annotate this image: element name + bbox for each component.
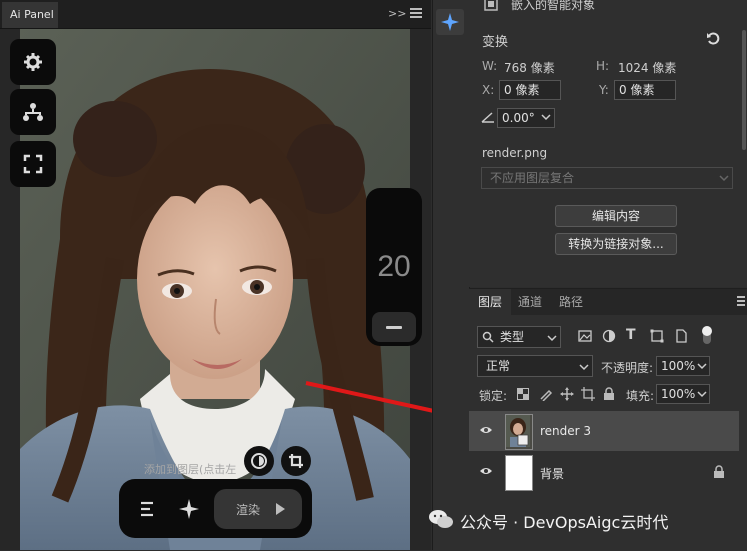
count-stepper: 20 [366,188,422,346]
panel-menu-icon[interactable] [410,6,426,22]
linked-filename: render.png [482,146,548,160]
lock-position-icon[interactable] [560,387,574,401]
layers-tabbar: 图层 通道 路径 [469,289,747,315]
layer-row-render-3[interactable]: render 3 [469,411,739,451]
ai-panel-tabbar [0,0,431,29]
ai-panel-tab[interactable]: Ai Panel [2,2,58,28]
watermark-text: 公众号 · DevOpsAigc云时代 [460,513,669,532]
tab-paths[interactable]: 路径 [551,289,591,315]
scrollbar[interactable] [742,30,746,150]
height-value: 1024 像素 [618,61,677,75]
lock-transparent-icon[interactable] [517,388,529,400]
y-label: Y: [599,83,609,97]
play-icon [276,503,285,515]
transform-title: 变换 [482,35,509,50]
fullscreen-button[interactable] [10,141,56,187]
opacity-label: 不透明度: [601,361,654,375]
visibility-eye-icon[interactable] [479,425,493,435]
layer-comp-select[interactable]: 不应用图层复合 [481,167,733,189]
blend-mode-select[interactable]: 正常 [477,355,593,377]
ai-panel-dock-button[interactable] [436,9,464,35]
count-value: 20 [377,250,411,283]
lock-icon [714,465,724,478]
list-icon[interactable] [137,498,159,520]
layer-name: render 3 [540,424,592,438]
tab-layers[interactable]: 图层 [469,289,511,315]
target-icon [251,453,267,469]
filter-toggle-icon[interactable] [701,325,713,345]
properties-panel: 嵌入的智能对象 变换 W: 768 像素 H: 1024 像素 X: 0 像素 … [469,0,747,287]
chevron-down-icon[interactable] [697,362,707,370]
angle-icon [481,112,494,123]
sparkle-icon[interactable] [177,497,201,521]
convert-to-linked-button[interactable]: 转换为链接对象... [555,233,677,255]
bottom-toolbar: 渲染 [119,479,312,538]
crop-button[interactable] [281,446,311,476]
add-to-layer-hint: 添加到图层(点击左 [144,463,237,476]
layers-menu-icon[interactable] [737,296,747,308]
wechat-icon [429,510,453,528]
chevron-down-icon[interactable] [541,113,551,121]
gear-icon [24,53,42,71]
width-value: 768 像素 [504,61,555,75]
decrement-button[interactable] [372,312,416,342]
chevron-down-icon[interactable] [697,390,707,398]
edit-contents-button[interactable]: 编辑内容 [555,205,677,227]
smart-object-icon [484,0,498,11]
layer-thumbnail [505,455,533,491]
reset-icon[interactable] [705,30,721,46]
settings-button[interactable] [10,39,56,85]
height-label: H: [596,59,610,73]
fullscreen-icon [23,154,43,174]
image-filter-icon[interactable] [578,329,592,343]
adjustment-filter-icon[interactable] [602,329,616,343]
compare-button[interactable] [244,446,274,476]
search-icon [482,331,494,343]
lock-artboard-icon[interactable] [581,387,595,401]
render-label: 渲染 [236,503,261,517]
tab-channels[interactable]: 通道 [511,289,549,315]
layer-thumbnail [505,414,533,450]
layer-name: 背景 [540,467,565,481]
smart-object-title: 嵌入的智能对象 [511,0,596,12]
chevron-down-icon [547,335,557,342]
hierarchy-icon [23,103,43,121]
x-field[interactable]: 0 像素 [499,80,561,100]
chevron-down-icon [579,364,589,371]
panel-dock-strip [432,0,470,550]
type-filter-icon[interactable]: T [626,327,636,343]
render-button[interactable]: 渲染 [214,489,302,529]
workflow-button[interactable] [10,89,56,135]
width-label: W: [482,59,498,73]
crop-icon [289,454,303,468]
layer-row-background[interactable]: 背景 [469,452,739,492]
lock-pixels-icon[interactable] [539,387,553,401]
visibility-eye-icon[interactable] [479,466,493,476]
lock-all-icon[interactable] [603,387,615,401]
x-label: X: [482,83,495,97]
y-field[interactable]: 0 像素 [614,80,676,100]
smart-object-filter-icon[interactable] [674,329,688,343]
collapse-panels-icon[interactable]: >> [388,6,406,22]
shape-filter-icon[interactable] [650,329,664,343]
fill-label: 填充: [626,389,655,403]
lock-label: 锁定: [479,389,508,403]
chevron-down-icon [719,175,729,182]
sparkle-icon [441,13,459,31]
